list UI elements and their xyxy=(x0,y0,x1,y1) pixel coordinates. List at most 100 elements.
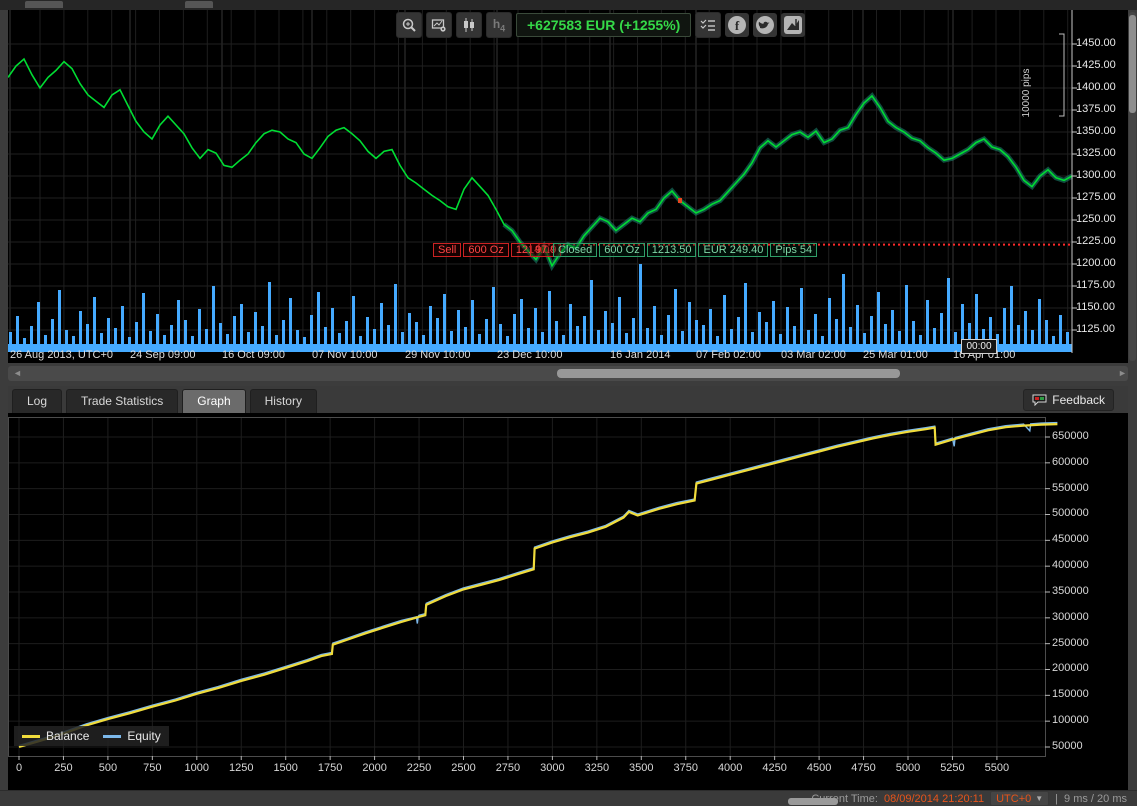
volume-bar xyxy=(37,302,40,344)
checklist-button[interactable] xyxy=(695,12,721,38)
volume-bar xyxy=(919,335,922,344)
volume-bar xyxy=(492,287,495,344)
date-tick-label: 24 Sep 09:00 xyxy=(130,349,195,361)
tab-log[interactable]: Log xyxy=(12,389,62,413)
volume-bar xyxy=(1045,320,1048,344)
vertical-scrollbar-thumb[interactable] xyxy=(1129,15,1136,113)
volume-bar xyxy=(772,301,775,344)
candlesticks-icon xyxy=(461,17,477,33)
timeframe-label: h4 xyxy=(493,17,505,33)
volume-bar xyxy=(1066,332,1069,344)
equity-tick-label: 550000 xyxy=(1052,482,1122,494)
volume-bar xyxy=(1031,330,1034,344)
twitter-button[interactable] xyxy=(753,13,777,37)
date-tick-label: 16 Oct 09:00 xyxy=(222,349,285,361)
volume-bar xyxy=(261,326,264,344)
tab-graph[interactable]: Graph xyxy=(182,389,245,413)
latency-value: 9 ms / 20 ms xyxy=(1064,793,1127,805)
svg-text:f: f xyxy=(735,18,740,33)
volume-bar xyxy=(765,322,768,344)
volume-bar xyxy=(23,338,26,344)
price-chart[interactable] xyxy=(8,10,1128,363)
horizontal-scrollbar-thumb[interactable] xyxy=(557,369,900,378)
trade-count-tick-label: 750 xyxy=(130,762,174,774)
volume-bar xyxy=(72,336,75,344)
volume-bar xyxy=(401,332,404,344)
feedback-button[interactable]: Feedback xyxy=(1023,389,1114,411)
equity-tick-label: 50000 xyxy=(1052,740,1122,752)
volume-bar xyxy=(471,300,474,344)
equity-label: Equity xyxy=(127,729,160,743)
status-scrollbar-thumb[interactable] xyxy=(788,798,838,805)
volume-bar xyxy=(79,311,82,344)
volume-bar xyxy=(933,328,936,344)
chevron-down-icon: ▼ xyxy=(1035,794,1043,803)
volume-bar xyxy=(863,333,866,344)
timezone-dropdown[interactable]: UTC+0 ▼ xyxy=(990,791,1049,806)
volume-bar xyxy=(562,335,565,344)
equity-tick-label: 200000 xyxy=(1052,662,1122,674)
share-button[interactable] xyxy=(781,13,805,37)
trade-count-tick-label: 3250 xyxy=(575,762,619,774)
volume-bar xyxy=(527,328,530,344)
trade-count-tick-label: 500 xyxy=(86,762,130,774)
volume-bar xyxy=(940,313,943,344)
price-line xyxy=(8,59,1072,266)
scroll-right-arrow[interactable]: ► xyxy=(1118,368,1127,379)
tab-history[interactable]: History xyxy=(250,389,317,413)
price-tick-label: 1225.00 xyxy=(1076,235,1131,247)
volume-bar xyxy=(380,303,383,344)
chart-settings-button[interactable] xyxy=(426,12,452,38)
volume-bar xyxy=(954,332,957,344)
volume-bar xyxy=(884,324,887,344)
time-cursor-box: 00:00 xyxy=(961,339,997,354)
volume-bar xyxy=(506,336,509,344)
volume-bar xyxy=(583,316,586,344)
volume-bar xyxy=(569,304,572,344)
volume-bar xyxy=(821,336,824,344)
zoom-in-button[interactable] xyxy=(396,12,422,38)
equity-graph-panel[interactable] xyxy=(8,413,1128,790)
trade-count-tick-label: 4250 xyxy=(753,762,797,774)
trade-count-tick-label: 1750 xyxy=(308,762,352,774)
trade-count-tick-label: 5000 xyxy=(886,762,930,774)
legend-balance: Balance xyxy=(22,729,89,743)
volume-bar xyxy=(107,318,110,344)
tab-trade-statistics[interactable]: Trade Statistics xyxy=(66,389,178,413)
chart-toolbar: h4 +627583 EUR (+1255%) f xyxy=(396,12,805,38)
facebook-button[interactable]: f xyxy=(725,13,749,37)
volume-bar xyxy=(828,298,831,344)
volume-bar xyxy=(317,292,320,344)
price-tick-label: 1275.00 xyxy=(1076,191,1131,203)
trade-count-tick-label: 3000 xyxy=(530,762,574,774)
trade-count-tick-label: 5500 xyxy=(975,762,1019,774)
facebook-icon: f xyxy=(727,15,747,35)
volume-bar xyxy=(520,299,523,344)
volume-bar xyxy=(233,316,236,344)
volume-bar xyxy=(716,336,719,344)
equity-tick-label: 100000 xyxy=(1052,714,1122,726)
volume-bar xyxy=(478,334,481,344)
twitter-icon xyxy=(755,15,775,35)
volume-bar xyxy=(100,333,103,344)
trade-label-cell: EUR 249.40 xyxy=(698,243,768,257)
window-remnant-tab-1 xyxy=(25,1,63,8)
date-tick-label: 07 Feb 02:00 xyxy=(696,349,761,361)
trade-closed-label[interactable]: Closed600 Oz1213.50EUR 249.40Pips 54 xyxy=(553,243,817,257)
timeframe-button[interactable]: h4 xyxy=(486,12,512,38)
equity-tick-label: 300000 xyxy=(1052,611,1122,623)
volume-bar xyxy=(303,337,306,344)
trade-count-tick-label: 1000 xyxy=(175,762,219,774)
date-tick-label: 25 Mar 01:00 xyxy=(863,349,928,361)
trade-count-tick-label: 5250 xyxy=(930,762,974,774)
trade-label-cell: Pips 54 xyxy=(770,243,817,257)
volume-bar xyxy=(758,312,761,344)
volume-bar xyxy=(898,331,901,344)
volume-bar xyxy=(793,326,796,344)
scroll-left-arrow[interactable]: ◄ xyxy=(13,368,22,379)
volume-bar xyxy=(149,331,152,344)
volume-bar xyxy=(807,330,810,344)
volume-bar xyxy=(352,296,355,344)
volume-bar xyxy=(926,300,929,344)
candlesticks-button[interactable] xyxy=(456,12,482,38)
